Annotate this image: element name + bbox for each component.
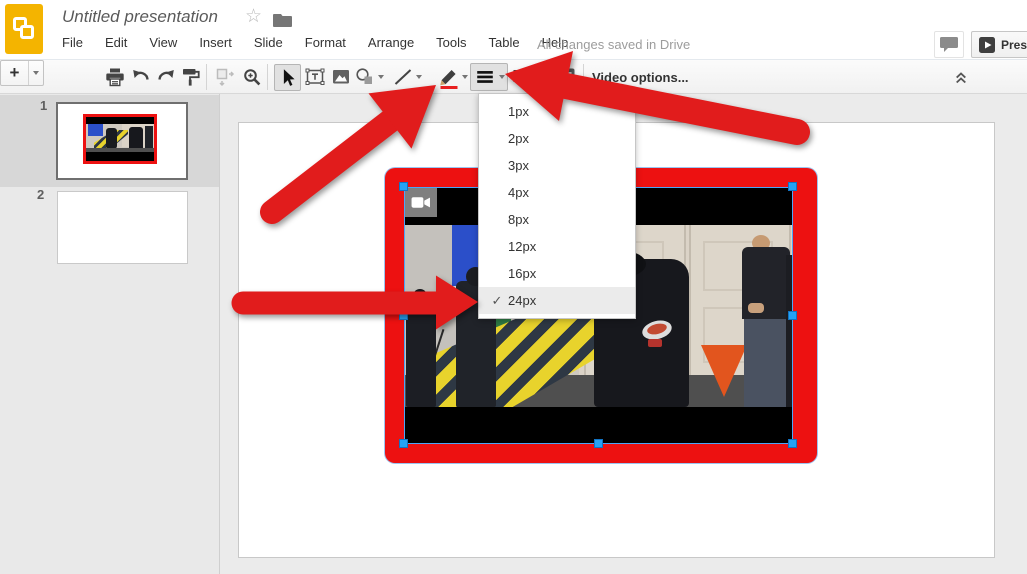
toolbar: + Video options...	[0, 60, 1027, 94]
print-button[interactable]	[103, 65, 127, 89]
comments-button[interactable]	[934, 31, 964, 58]
slide-1-number: 1	[40, 98, 48, 113]
folder-icon[interactable]	[273, 12, 292, 33]
save-status: All changes saved in Drive	[537, 37, 691, 52]
zoom-button[interactable]	[240, 65, 264, 89]
menu-view[interactable]: View	[149, 35, 177, 50]
line-weight-menu: 1px 2px 3px 4px 8px 12px 16px ✓ 24px	[478, 93, 636, 319]
text-box-icon	[305, 68, 325, 85]
menu-item-24px[interactable]: ✓ 24px	[479, 287, 635, 314]
menu-item-12px[interactable]: 12px	[479, 233, 635, 260]
video-options-button[interactable]: Video options...	[592, 70, 689, 85]
redo-icon	[158, 70, 174, 80]
shape-tool-button[interactable]	[353, 65, 377, 89]
menu-item-2px[interactable]: 2px	[479, 125, 635, 152]
text-lines-icon	[555, 68, 575, 85]
insert-image-button[interactable]	[329, 65, 353, 89]
line-dash-button[interactable]	[510, 65, 534, 89]
slide-2-thumbnail[interactable]	[57, 191, 188, 264]
cursor-icon	[283, 68, 295, 86]
double-chevron-up-icon	[956, 72, 966, 84]
menu-arrange[interactable]: Arrange	[368, 35, 414, 50]
new-slide-button[interactable]: +	[0, 60, 44, 86]
undo-button[interactable]	[129, 65, 153, 89]
menu-tools[interactable]: Tools	[436, 35, 466, 50]
menu-item-16px[interactable]: 16px	[479, 260, 635, 287]
star-icon[interactable]: ☆	[245, 6, 262, 28]
printer-icon	[106, 68, 124, 87]
line-weight-caret[interactable]	[498, 75, 505, 79]
resize-handle-bottom-center[interactable]	[594, 439, 603, 448]
line-color-pencil-icon	[440, 70, 458, 89]
fit-zoom-icon	[216, 68, 235, 87]
resize-handle-mid-left[interactable]	[399, 311, 408, 320]
shape-dropdown-caret[interactable]	[378, 75, 384, 79]
video-camera-badge	[404, 187, 437, 217]
orange-pennant	[701, 345, 747, 397]
menu-bar: File Edit View Insert Slide Format Arran…	[62, 35, 568, 50]
menu-item-1px[interactable]: 1px	[479, 98, 635, 125]
line-icon	[394, 69, 412, 85]
menu-item-3px[interactable]: 3px	[479, 152, 635, 179]
paint-format-button[interactable]	[179, 65, 203, 89]
toolbar-separator	[583, 64, 584, 90]
plus-icon[interactable]: +	[1, 61, 28, 85]
menu-edit[interactable]: Edit	[105, 35, 127, 50]
text-lines-button[interactable]	[553, 65, 577, 89]
line-color-button[interactable]	[437, 65, 461, 89]
resize-handle-bottom-right[interactable]	[788, 439, 797, 448]
fit-zoom-button-disabled	[213, 65, 237, 89]
resize-handle-mid-right[interactable]	[788, 311, 797, 320]
redo-button[interactable]	[154, 65, 178, 89]
slide-2-number: 2	[37, 187, 45, 202]
menu-file[interactable]: File	[62, 35, 83, 50]
slide-1-thumbnail[interactable]	[56, 102, 188, 180]
slide-filmstrip: 1 2	[0, 94, 220, 574]
line-color-caret[interactable]	[462, 75, 468, 79]
image-icon	[333, 70, 349, 84]
shape-icon	[356, 68, 372, 84]
slide-1-video-preview	[83, 114, 157, 164]
menu-item-8px[interactable]: 8px	[479, 206, 635, 233]
resize-handle-top-left[interactable]	[399, 182, 408, 191]
zoom-in-icon	[244, 69, 261, 86]
line-dropdown-caret[interactable]	[416, 75, 422, 79]
menu-format[interactable]: Format	[305, 35, 346, 50]
collapse-toolbar-button[interactable]	[948, 65, 974, 89]
checkmark-icon: ✓	[491, 292, 503, 308]
line-weight-icon	[476, 71, 493, 83]
resize-handle-bottom-left[interactable]	[399, 439, 408, 448]
line-tool-button[interactable]	[391, 65, 415, 89]
menu-insert[interactable]: Insert	[199, 35, 232, 50]
present-label: Pres	[1001, 37, 1027, 52]
menu-table[interactable]: Table	[489, 35, 520, 50]
play-icon	[979, 36, 995, 53]
new-slide-dropdown[interactable]	[28, 61, 43, 85]
slides-logo-icon[interactable]	[5, 4, 43, 54]
comment-icon	[940, 37, 958, 52]
toolbar-separator	[206, 64, 207, 90]
document-title[interactable]: Untitled presentation	[62, 7, 218, 27]
line-dash-icon	[513, 70, 531, 82]
header: Untitled presentation ☆ File Edit View I…	[0, 0, 1027, 60]
google-slides-app: { "header": { "title": "Untitled present…	[0, 0, 1027, 574]
menu-item-4px[interactable]: 4px	[479, 179, 635, 206]
paint-roller-icon	[183, 69, 200, 86]
camera-icon	[411, 196, 430, 208]
toolbar-separator	[267, 64, 268, 90]
present-button[interactable]: Pres	[971, 31, 1027, 58]
select-tool-button[interactable]	[274, 64, 301, 91]
text-box-button[interactable]	[303, 65, 327, 89]
resize-handle-top-right[interactable]	[788, 182, 797, 191]
line-weight-button[interactable]	[470, 63, 508, 91]
menu-slide[interactable]: Slide	[254, 35, 283, 50]
undo-icon	[133, 70, 149, 80]
